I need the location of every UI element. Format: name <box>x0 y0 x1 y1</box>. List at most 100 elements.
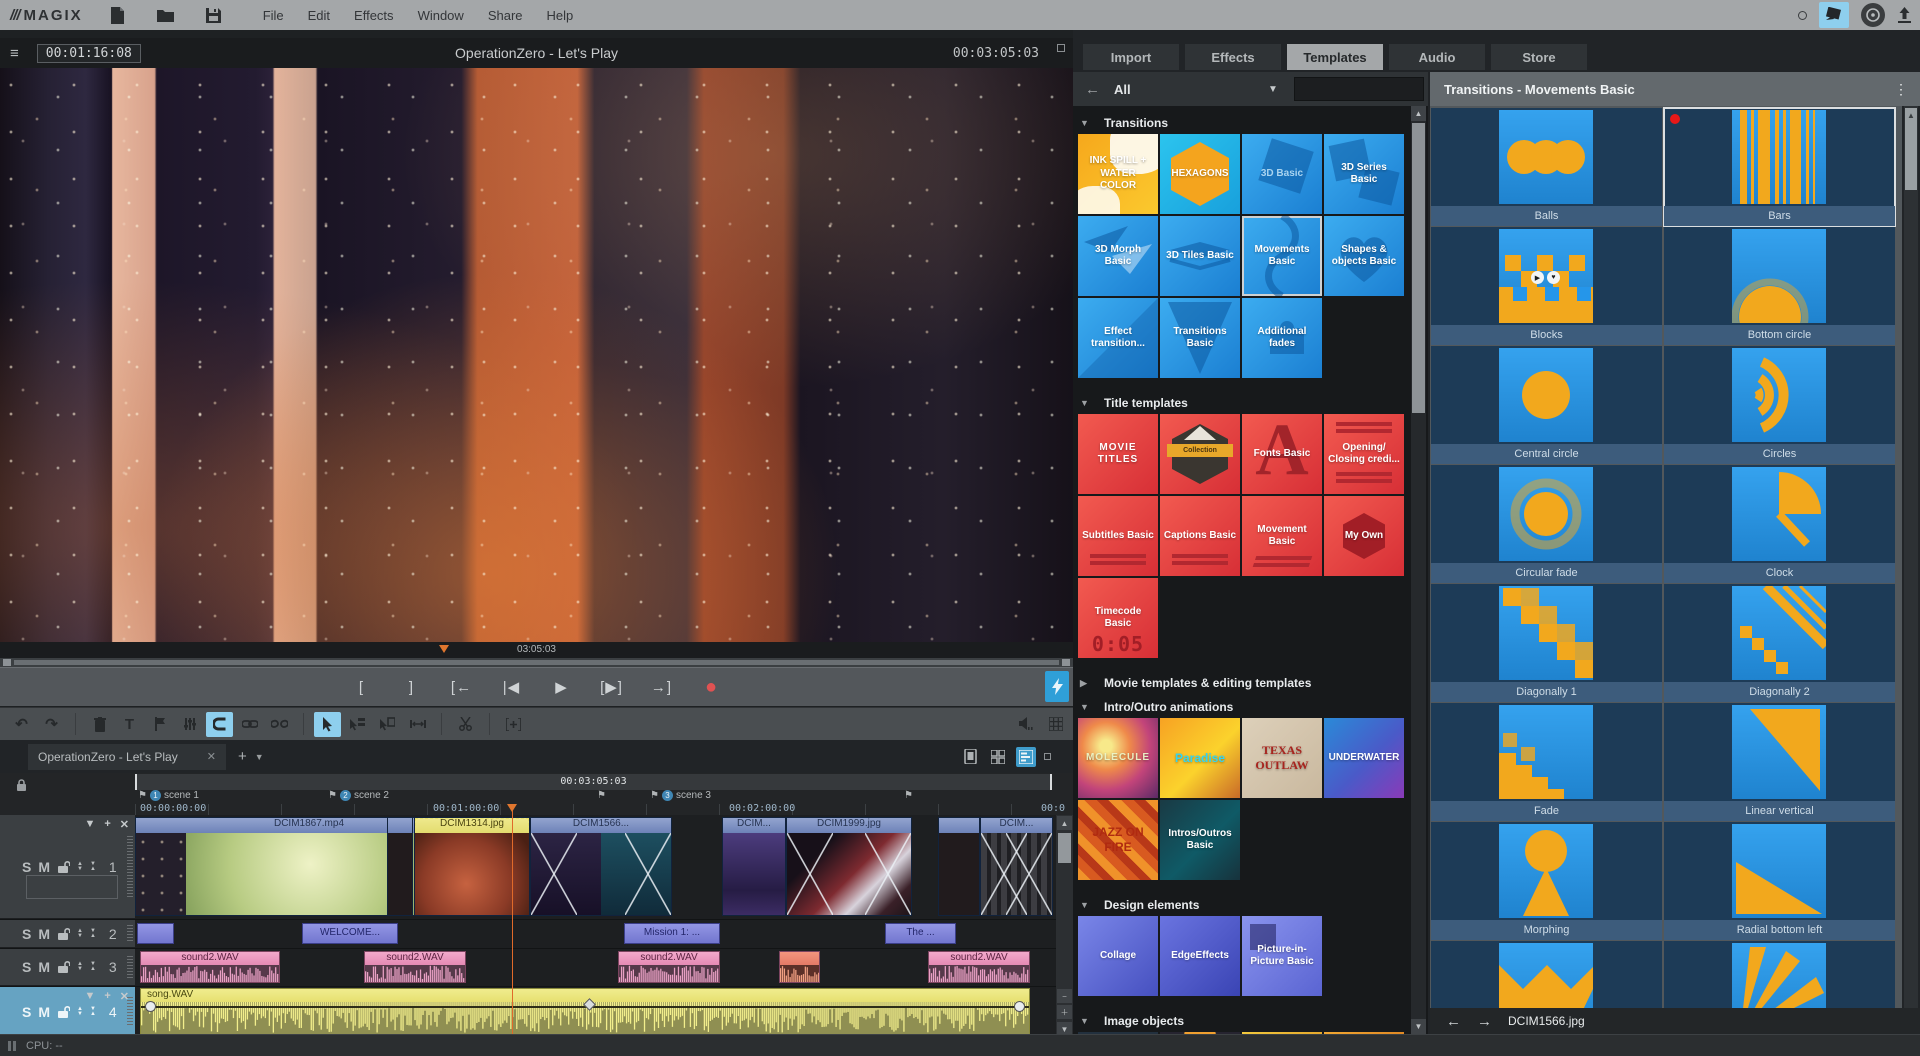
scene-marker[interactable]: ⚑3scene 3 <box>650 790 711 801</box>
lock-icon[interactable] <box>57 961 70 973</box>
transition-tile-bottom-circle[interactable]: Bottom circle <box>1664 227 1895 345</box>
title-clip[interactable]: The ... <box>885 923 956 944</box>
music-clip[interactable]: song.WAV <box>140 988 1030 1035</box>
section-header[interactable]: ▶Movie templates & editing templates <box>1080 674 1408 692</box>
snap-magnet-button[interactable] <box>206 712 233 737</box>
template-tile[interactable]: HEXAGONS <box>1160 134 1240 214</box>
track-lane-4[interactable]: song.WAV <box>135 987 1056 1036</box>
video-clip[interactable]: DCIM... <box>980 817 1053 916</box>
audio-clip[interactable]: sound2.WAV <box>140 951 280 983</box>
title-clip[interactable]: WELCOME... <box>302 923 398 944</box>
transition-tile-morphing[interactable]: Morphing <box>1431 822 1662 940</box>
transition-x-icon[interactable] <box>1006 833 1052 915</box>
volume-handle[interactable] <box>145 1001 156 1012</box>
template-tile[interactable]: Transitions Basic <box>1160 298 1240 378</box>
split-button[interactable] <box>452 712 479 737</box>
track-name-input[interactable] <box>26 875 118 899</box>
tab-audio[interactable]: Audio <box>1389 44 1485 70</box>
transition-tile-radial-bottom-left[interactable]: Radial bottom left <box>1664 822 1895 940</box>
play-range-button[interactable]: [▶] <box>594 675 630 699</box>
redo-button[interactable]: ↷ <box>38 712 65 737</box>
preview-quality-button[interactable] <box>1045 671 1069 702</box>
tab-templates[interactable]: Templates <box>1287 44 1383 70</box>
tab-list-dropdown[interactable]: ▼ <box>255 752 264 762</box>
view-timeline-button[interactable] <box>1016 747 1036 767</box>
tab-import[interactable]: Import <box>1083 44 1179 70</box>
transition-tile-circles[interactable]: Circles <box>1664 346 1895 464</box>
video-clip[interactable]: DCIM1566... <box>530 817 672 916</box>
scene-marker[interactable]: ⚑ <box>904 790 913 801</box>
view-monitor-button[interactable] <box>960 747 980 767</box>
section-header[interactable]: ▼Title templates <box>1080 394 1408 412</box>
template-tile[interactable]: Movements Basic <box>1242 216 1322 296</box>
maximize-track-icon[interactable]: ▲▼ <box>77 862 83 872</box>
template-tile[interactable]: 3D Basic <box>1242 134 1322 214</box>
mixer-button[interactable] <box>176 712 203 737</box>
range-in-button[interactable]: [ <box>344 675 380 699</box>
position-track[interactable] <box>14 660 1059 665</box>
template-tile[interactable]: TEXAS OUTLAW <box>1242 718 1322 798</box>
mute-button[interactable]: M <box>38 859 50 875</box>
ungroup-button[interactable] <box>266 712 293 737</box>
template-tile[interactable]: Picture-in- Picture Basic <box>1242 916 1322 996</box>
maximize-track-icon[interactable]: ▲▼ <box>77 929 83 939</box>
template-tile[interactable]: MOVIE TITLES <box>1078 414 1158 494</box>
template-tile[interactable]: EdgeEffects <box>1160 916 1240 996</box>
mute-speaker-button[interactable] <box>1019 717 1033 731</box>
template-tile[interactable]: Movement Basic <box>1242 496 1322 576</box>
mute-button[interactable]: M <box>38 959 50 975</box>
tab-effects[interactable]: Effects <box>1185 44 1281 70</box>
title-clip[interactable]: Mission 1: ... <box>624 923 720 944</box>
track-grip[interactable] <box>127 925 133 941</box>
scroll-down-button[interactable]: ▼ <box>1411 1019 1426 1034</box>
track-header-2[interactable]: SM▲▼▼▲2 <box>0 920 135 947</box>
video-clip[interactable]: DCIM1999.jpg <box>786 817 912 916</box>
template-tile[interactable]: 3D Morph Basic <box>1078 216 1158 296</box>
template-tile[interactable]: UNDERWATER <box>1324 718 1404 798</box>
transition-tile-diagonally-2[interactable]: Diagonally 2 <box>1664 584 1895 702</box>
new-project-button[interactable] <box>101 2 135 28</box>
view-storyboard-button[interactable] <box>988 747 1008 767</box>
template-tile[interactable]: My Own <box>1324 496 1404 576</box>
scroll-up-button[interactable]: ▲ <box>1057 816 1072 830</box>
transition-tile-circular-fade[interactable]: Circular fade <box>1431 465 1662 583</box>
track-add-icon[interactable]: + <box>104 990 110 1003</box>
vscroll-thumb[interactable] <box>1058 833 1071 863</box>
track-grip[interactable] <box>127 997 133 1026</box>
transition-x-icon[interactable] <box>787 833 833 915</box>
transition-tile[interactable] <box>1664 941 1895 1008</box>
track-lane-2[interactable]: WELCOME... Mission 1: ... The ... <box>135 920 1056 947</box>
audio-clip[interactable]: sound2.WAV <box>928 951 1030 983</box>
section-header[interactable]: ▼Design elements <box>1080 896 1408 914</box>
categories-scroll-thumb[interactable] <box>1412 123 1425 413</box>
range-out-button[interactable]: ] <box>394 675 430 699</box>
lock-icon[interactable] <box>57 861 70 873</box>
track-grip[interactable] <box>127 836 133 898</box>
project-tab[interactable]: OperationZero - Let's Play ✕ <box>28 744 226 770</box>
lock-icon[interactable] <box>57 1006 70 1018</box>
track-lane-1[interactable]: DCIM1867.mp4D...DCIM1314.jpgDCIM1566...D… <box>135 815 1056 918</box>
template-tile[interactable]: 3D Tiles Basic <box>1160 216 1240 296</box>
track-zoom-in-button[interactable]: ＋ <box>1057 1005 1072 1019</box>
menu-edit[interactable]: Edit <box>298 4 340 27</box>
template-tile[interactable]: Captions Basic <box>1160 496 1240 576</box>
section-header[interactable]: ▼Transitions <box>1080 114 1408 132</box>
minimize-track-icon[interactable]: ▼▲ <box>90 1007 96 1017</box>
template-tile[interactable]: Subtitles Basic <box>1078 496 1158 576</box>
video-clip[interactable]: DCIM... <box>722 817 786 916</box>
title-clip[interactable] <box>137 923 174 944</box>
preview-position-bar[interactable] <box>0 658 1073 667</box>
add-project-tab-button[interactable]: + <box>238 748 247 765</box>
audio-clip[interactable] <box>779 951 820 983</box>
track-zoom-out-button[interactable]: − <box>1057 989 1072 1003</box>
mute-button[interactable]: M <box>38 926 50 942</box>
transition-tile-balls[interactable]: Balls <box>1431 108 1662 226</box>
transition-tile-fade[interactable]: Fade <box>1431 703 1662 821</box>
scene-marker[interactable]: ⚑ <box>597 790 606 801</box>
play-range-bar[interactable]: 00:03:05:03 <box>135 774 1052 790</box>
template-tile[interactable]: INK SPILL + WATER COLOR <box>1078 134 1158 214</box>
gallery-scroll-thumb[interactable]: ▲ <box>1905 108 1917 190</box>
shortcut-grid-button[interactable] <box>1049 717 1063 731</box>
transition-tile-linear-vertical[interactable]: Linear vertical <box>1664 703 1895 821</box>
zoom-object-button[interactable] <box>500 712 527 737</box>
